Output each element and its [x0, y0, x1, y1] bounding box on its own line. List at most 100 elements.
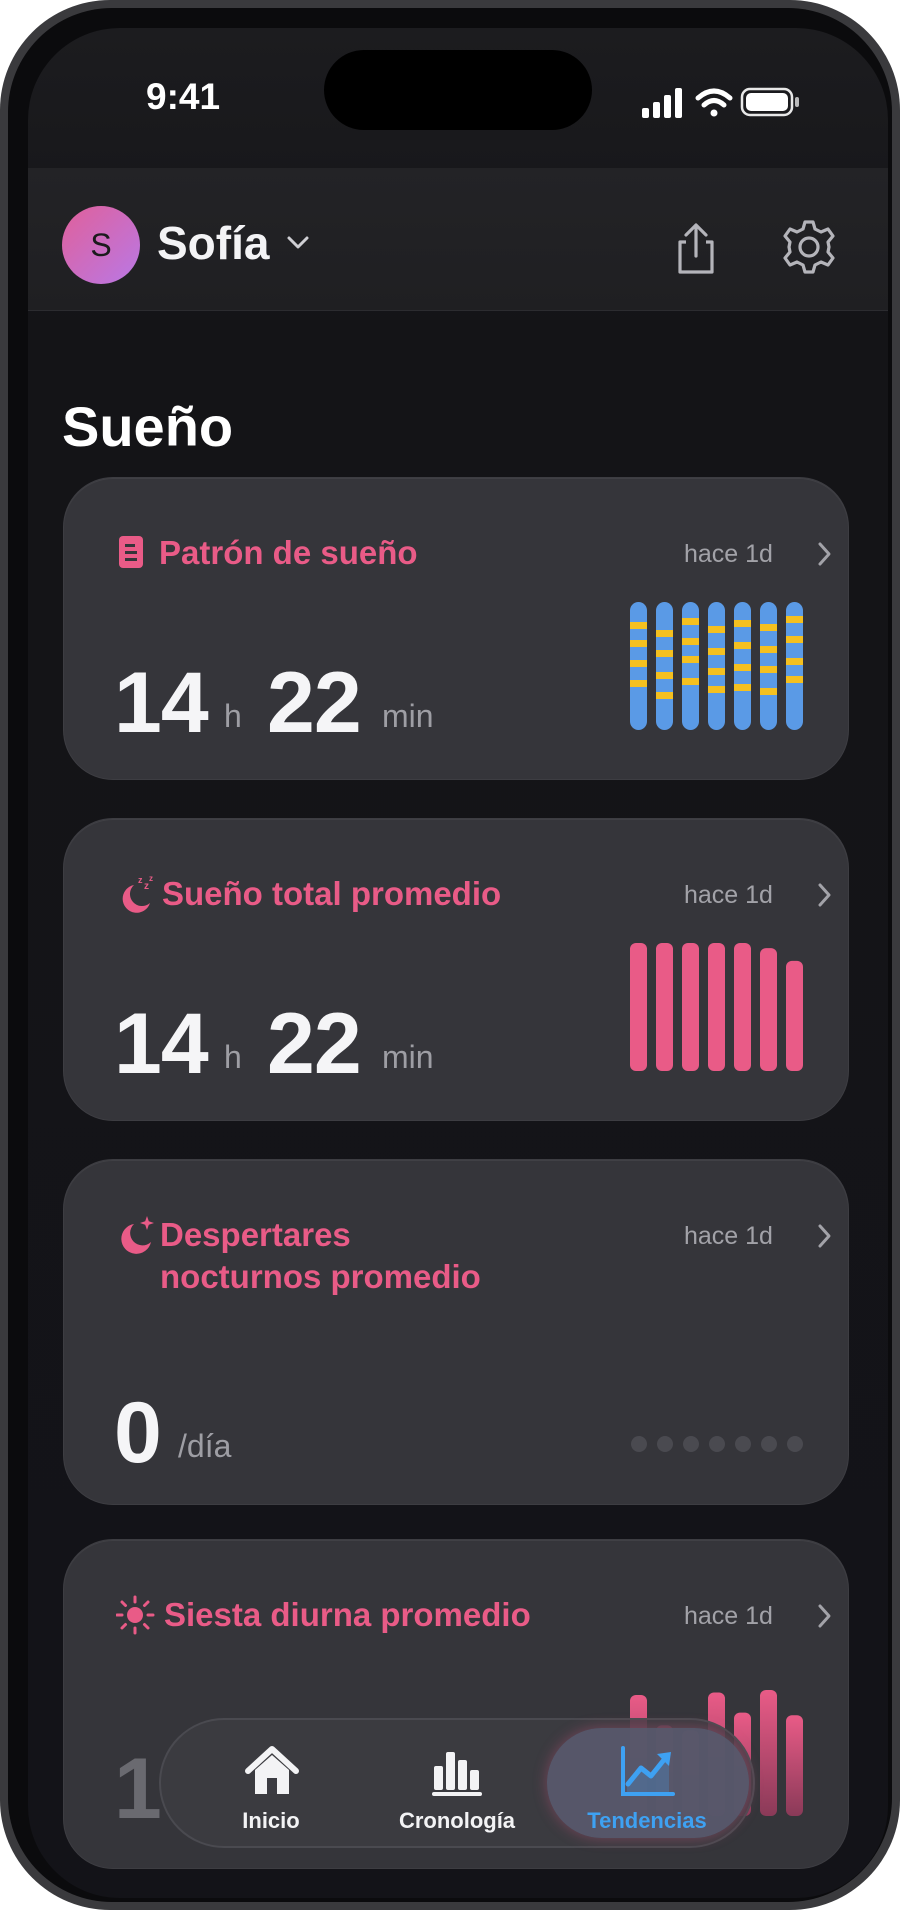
updated-ago: hace 1d — [684, 540, 773, 568]
svg-text:z: z — [138, 875, 143, 885]
chart-stripe — [656, 630, 673, 637]
card-sleep-pattern[interactable]: Patrón de sueño hace 1d 14 h 22 min — [63, 477, 849, 780]
unit-minutes: min — [382, 698, 434, 734]
value-minutes: 22 — [267, 996, 362, 1092]
chart-bar — [682, 943, 699, 1071]
chart-bar — [708, 602, 725, 730]
unit-minutes: min — [382, 1039, 434, 1075]
chart-dot — [735, 1436, 751, 1452]
app-header: S Sofía — [28, 168, 888, 311]
chart-bar — [760, 948, 777, 1071]
dynamic-island — [324, 50, 592, 130]
screen: 9:41 S Sofía Sueño Patrón de sueño hace … — [28, 28, 888, 1898]
home-icon — [245, 1746, 299, 1794]
chart-stripe — [708, 668, 725, 675]
chart-stripe — [708, 626, 725, 633]
chart-stripe — [682, 618, 699, 625]
chevron-right-icon[interactable] — [816, 1222, 834, 1250]
chart-bar — [630, 943, 647, 1071]
avatar[interactable]: S — [62, 206, 140, 284]
value-minutes: 22 — [267, 655, 362, 751]
moon-zzz-icon: z z z — [122, 874, 153, 913]
updated-ago: hace 1d — [684, 881, 773, 909]
phone-bezel: 9:41 S Sofía Sueño Patrón de sueño hace … — [8, 8, 892, 1902]
chart-stripe — [734, 620, 751, 627]
value-count: 0 — [114, 1385, 162, 1481]
total-sleep-chart — [630, 943, 803, 1071]
sleep-pattern-chart — [630, 602, 803, 730]
chart-stripe — [682, 638, 699, 645]
chevron-right-icon[interactable] — [816, 540, 834, 568]
chart-dot — [761, 1436, 777, 1452]
chart-stripe — [630, 680, 647, 687]
value-naps: 1 — [114, 1741, 162, 1837]
chart-bar — [786, 1715, 803, 1816]
status-time: 9:41 — [146, 76, 221, 117]
value-hours: 14 — [114, 655, 209, 751]
tab-label: Inicio — [242, 1808, 300, 1833]
chart-stripe — [786, 616, 803, 623]
chart-stripe — [656, 672, 673, 679]
section-title: Sueño — [62, 395, 234, 458]
chart-stripe — [630, 640, 647, 647]
user-name[interactable]: Sofía — [157, 216, 269, 270]
signal-icon — [642, 88, 682, 118]
chart-stripe — [786, 636, 803, 643]
chevron-right-icon[interactable] — [816, 1602, 834, 1630]
chart-bar — [760, 1690, 777, 1816]
phone-frame: 9:41 S Sofía Sueño Patrón de sueño hace … — [0, 0, 900, 1910]
chevron-right-icon[interactable] — [816, 881, 834, 909]
unit-hours: h — [224, 698, 242, 734]
chart-dot — [787, 1436, 803, 1452]
chart-stripe — [786, 676, 803, 683]
moon-star-icon — [121, 1216, 154, 1254]
card-total-sleep[interactable]: z z z Sueño total promedio hace 1d 14 h … — [63, 818, 849, 1121]
unit-hours: h — [224, 1039, 242, 1075]
chart-stripe — [682, 678, 699, 685]
chart-bar — [786, 960, 803, 1071]
chart-stripe — [656, 650, 673, 657]
chart-stripe — [708, 686, 725, 693]
chart-stripe — [630, 622, 647, 629]
chevron-down-icon[interactable] — [285, 232, 311, 252]
chart-bar — [656, 943, 673, 1071]
tab-label: Tendencias — [587, 1808, 707, 1833]
wakings-dots-chart — [631, 1436, 803, 1452]
chart-bar — [734, 943, 751, 1071]
updated-ago: hace 1d — [684, 1222, 773, 1250]
tab-timeline[interactable]: Cronología — [367, 1720, 547, 1846]
value-hours: 14 — [114, 996, 209, 1092]
chart-stripe — [786, 658, 803, 665]
chart-stripe — [656, 692, 673, 699]
tab-trends[interactable]: Tendencias — [557, 1720, 737, 1846]
chart-stripe — [760, 624, 777, 631]
status-icons — [642, 87, 799, 118]
tab-label: Cronología — [398, 1808, 516, 1833]
share-icon[interactable] — [672, 222, 720, 276]
chart-bar — [708, 943, 725, 1071]
trend-chart-icon — [621, 1746, 675, 1796]
battery-icon — [740, 87, 799, 117]
chart-stripe — [630, 660, 647, 667]
chart-stripe — [708, 648, 725, 655]
chart-stripe — [682, 656, 699, 663]
chart-stripe — [734, 664, 751, 671]
unit-per-day: /día — [178, 1428, 232, 1464]
chart-bar — [656, 602, 673, 730]
gear-icon[interactable] — [780, 218, 838, 276]
tab-home[interactable]: Inicio — [181, 1720, 361, 1846]
updated-ago: hace 1d — [684, 1602, 773, 1630]
chart-stripe — [760, 646, 777, 653]
chart-stripe — [734, 642, 751, 649]
tab-bar: Inicio Cronología Tendencias — [159, 1718, 755, 1848]
chart-stripe — [734, 684, 751, 691]
chart-dot — [709, 1436, 725, 1452]
bar-chart-icon — [432, 1752, 482, 1796]
card-night-wakings[interactable]: Despertares nocturnos promedio hace 1d 0… — [63, 1159, 849, 1505]
sun-icon — [116, 1595, 155, 1635]
chart-dot — [683, 1436, 699, 1452]
chart-stripe — [760, 688, 777, 695]
document-icon — [119, 536, 143, 568]
chart-dot — [657, 1436, 673, 1452]
svg-text:z: z — [149, 874, 153, 883]
